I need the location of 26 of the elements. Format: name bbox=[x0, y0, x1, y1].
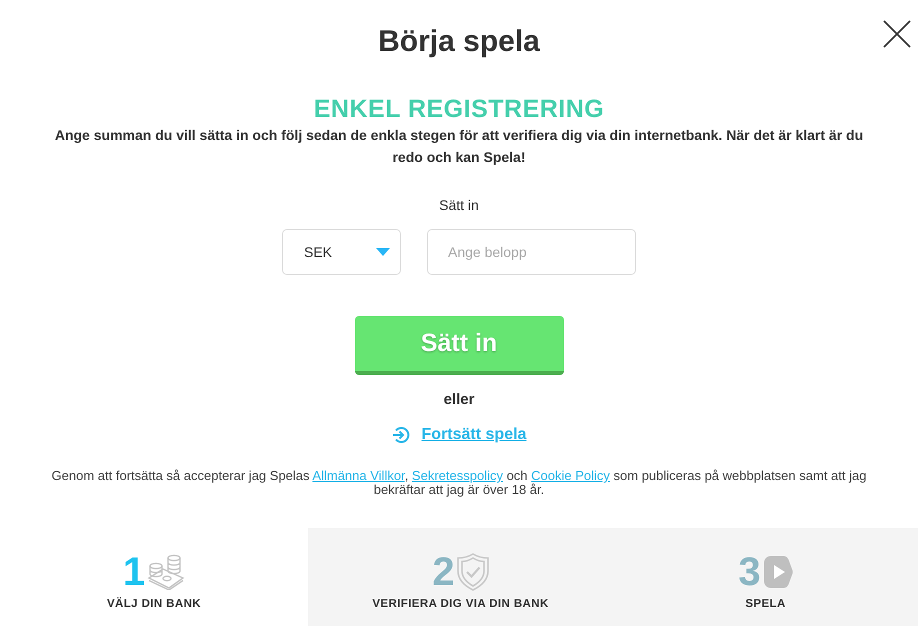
terms-link[interactable]: Allmänna Villkor bbox=[312, 468, 405, 483]
intro-text: Ange summan du vill sätta in och följ sedan de enkla stegen för att verifiera dig via din internetbank. När det är klart är du redo och kan Spela! bbox=[54, 126, 864, 167]
money-icon bbox=[147, 554, 186, 590]
terms-text: Genom att fortsätta så accepterar jag Spelas Allmänna Villkor, Sekretesspolicy och Cookie Policy som publiceras på webbplatsen samt att jag bekräftar att jag är över 18 år. bbox=[50, 469, 868, 497]
step-number: 1 bbox=[122, 552, 146, 592]
separator-text: eller bbox=[444, 390, 474, 410]
step-label: SPELA bbox=[745, 597, 786, 611]
step-number: 2 bbox=[432, 552, 455, 592]
play-icon bbox=[762, 555, 793, 589]
step-label: VERIFIERA DIG VIA DIN BANK bbox=[372, 597, 549, 611]
terms-link[interactable]: Sekretesspolicy bbox=[412, 468, 503, 483]
deposit-label: Sätt in bbox=[439, 196, 479, 215]
step-number: 3 bbox=[738, 552, 761, 592]
dialog-title: Börja spela bbox=[378, 24, 540, 60]
step-label: VÄLJ DIN BANK bbox=[106, 597, 201, 611]
arrow-circle-icon bbox=[392, 426, 410, 444]
shield-check-icon bbox=[456, 553, 489, 591]
caret-icon bbox=[376, 248, 390, 256]
continue-link[interactable]: Fortsätt spela bbox=[392, 424, 526, 446]
terms-link[interactable]: Cookie Policy bbox=[531, 468, 610, 483]
currency-select[interactable]: SEK bbox=[282, 229, 401, 275]
close-icon bbox=[883, 20, 911, 48]
close-button[interactable] bbox=[881, 18, 913, 50]
deposit-button[interactable]: Sätt in bbox=[354, 316, 564, 375]
amount-field[interactable]: Ange belopp bbox=[427, 229, 636, 275]
section-heading: ENKEL REGISTRERING bbox=[314, 95, 604, 123]
